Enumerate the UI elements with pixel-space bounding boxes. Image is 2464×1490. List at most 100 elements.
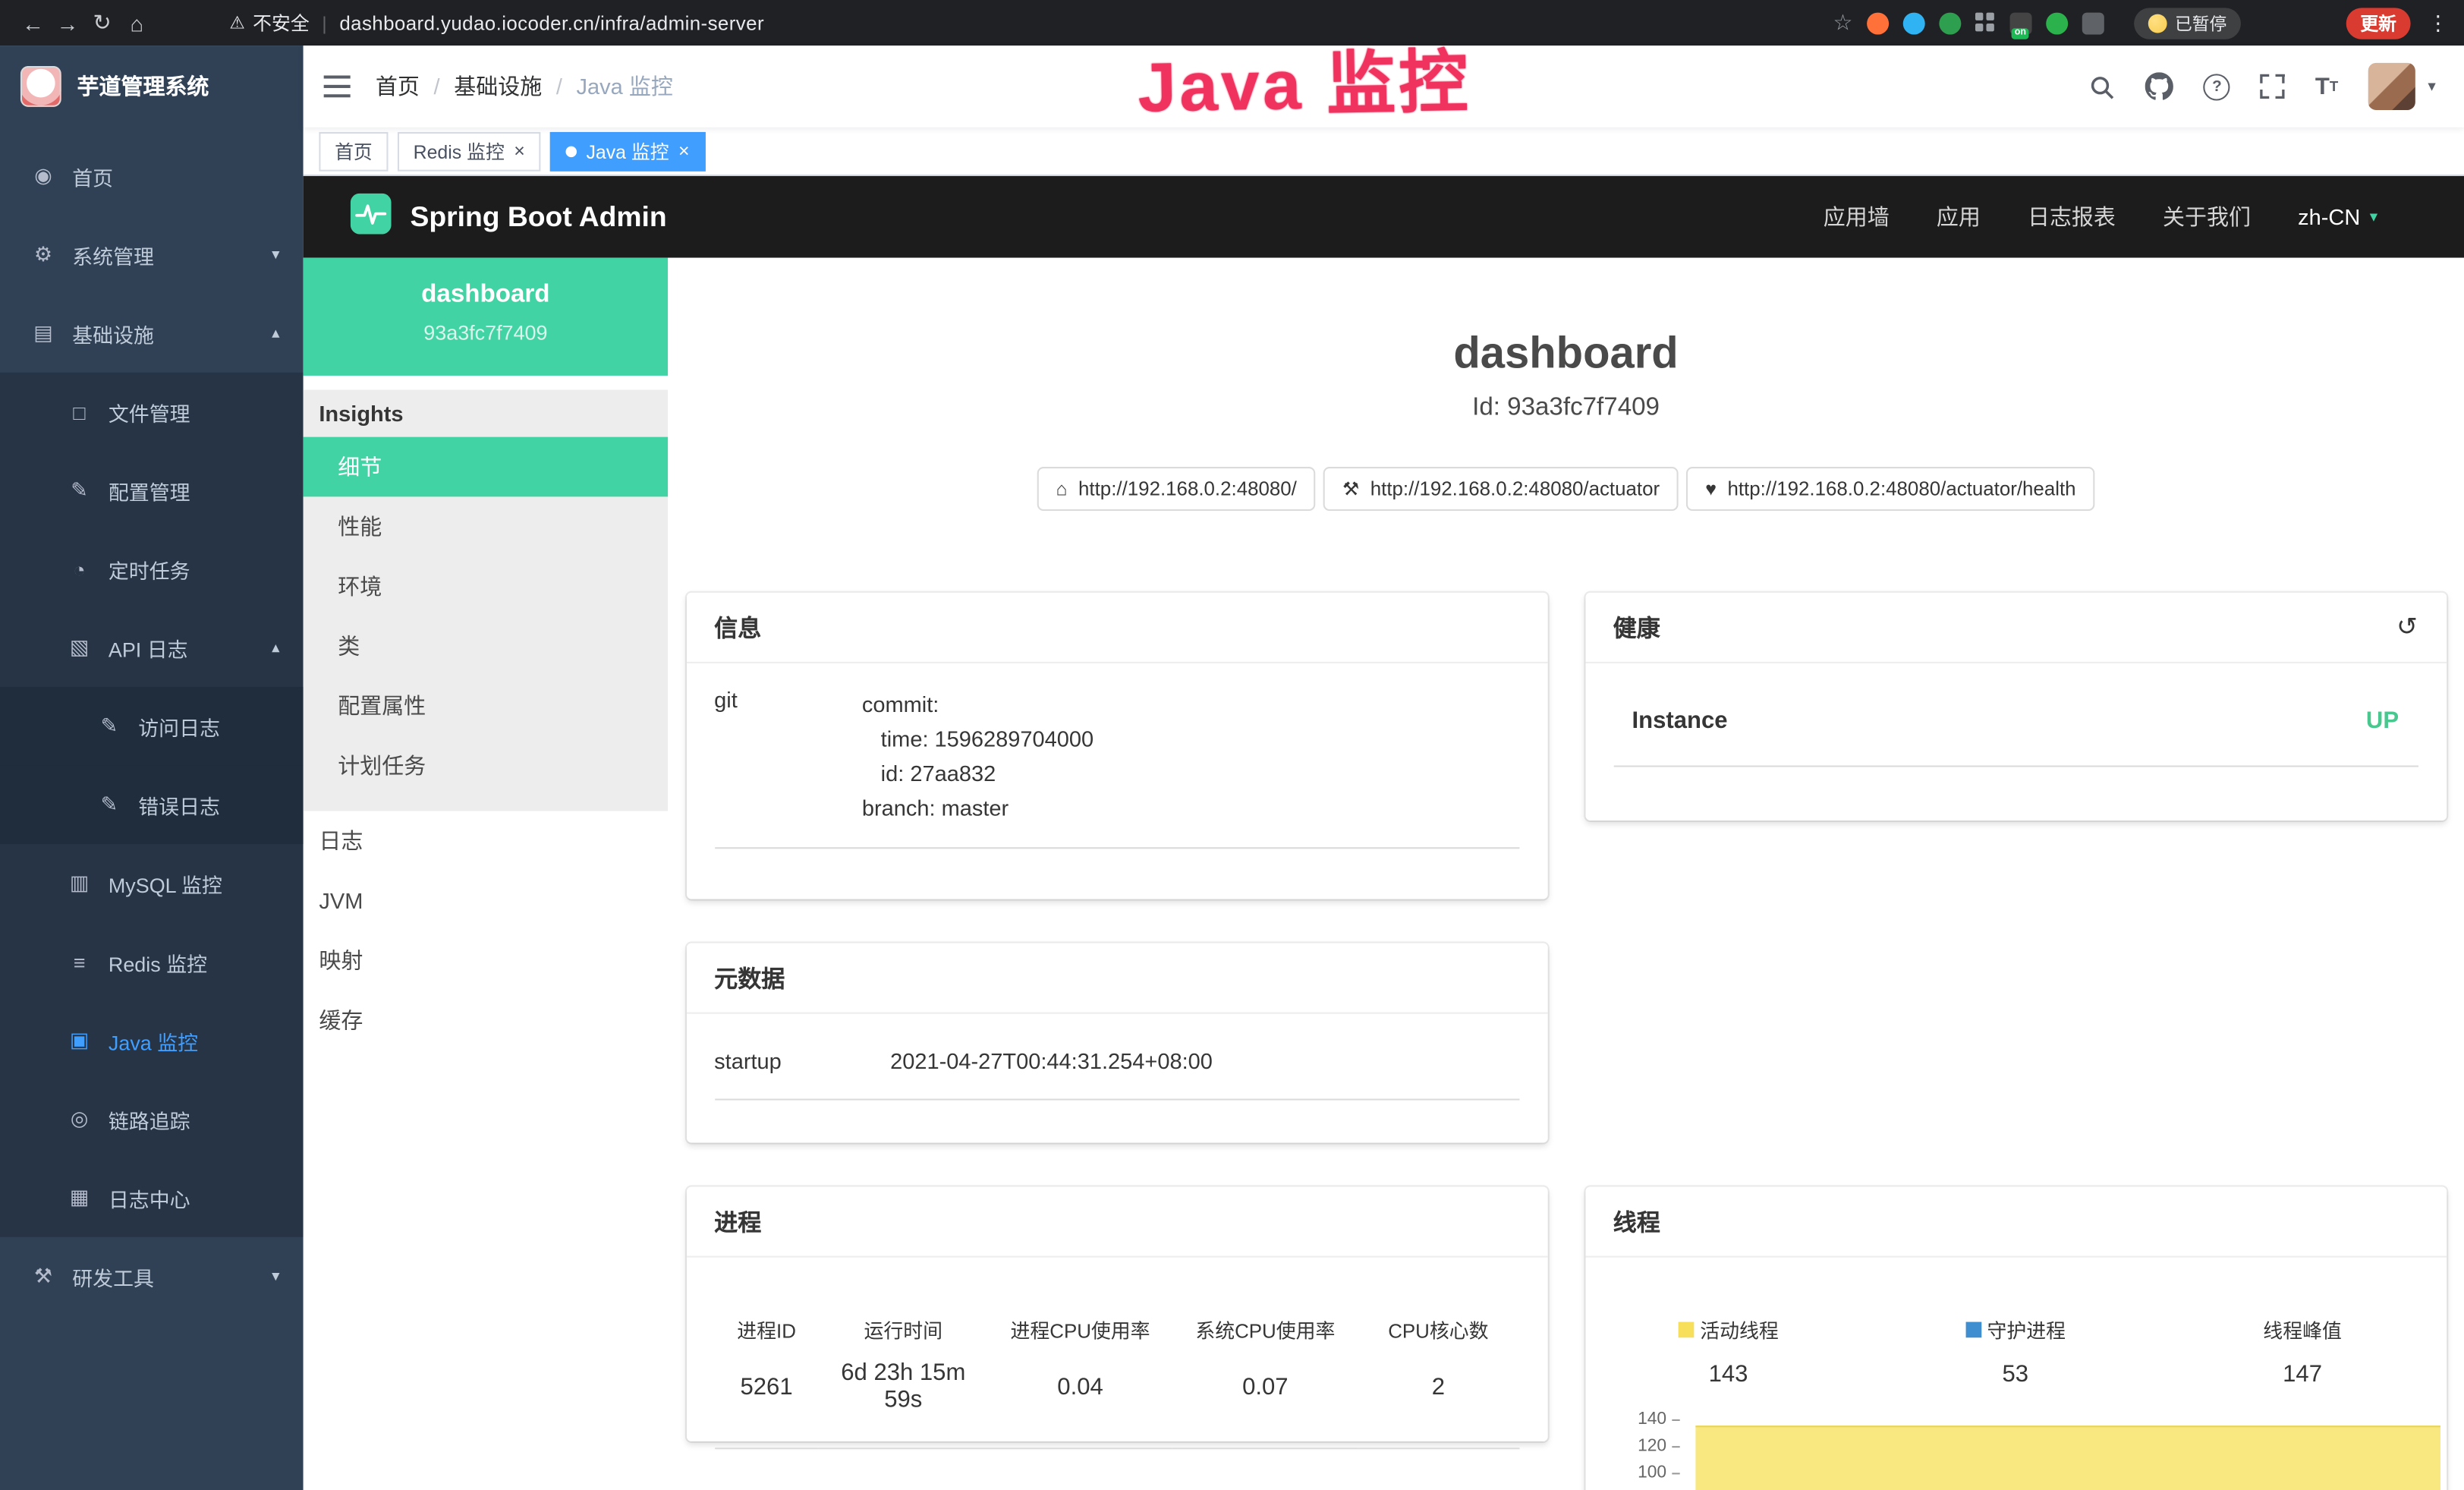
sidebar-item-infra[interactable]: ▤ 基础设施 ▴ bbox=[0, 294, 304, 373]
sba-item-performance[interactable]: 性能 bbox=[304, 496, 668, 556]
actuator-url-button[interactable]: ⚒ http://192.168.0.2:48080/actuator bbox=[1323, 467, 1679, 511]
instance-id: 93a3fc7f7409 bbox=[304, 320, 668, 344]
sba-nav-wallboard[interactable]: 应用墙 bbox=[1824, 201, 1890, 232]
browser-menu-icon[interactable]: ⋮ bbox=[2428, 10, 2448, 35]
breadcrumb: 首页 / 基础设施 / Java 监控 bbox=[376, 71, 673, 102]
bookmark-star-icon[interactable]: ☆ bbox=[1833, 9, 1852, 36]
sba-item-logs[interactable]: 日志 bbox=[304, 811, 668, 871]
sidebar-item-system[interactable]: ⚙ 系统管理 ▾ bbox=[0, 216, 304, 295]
user-avatar[interactable] bbox=[2368, 63, 2415, 110]
address-url[interactable]: dashboard.yudao.iocoder.cn/infra/admin-s… bbox=[339, 12, 764, 34]
sidebar-item-label: 链路追踪 bbox=[109, 1104, 190, 1134]
extension-icon-grid[interactable] bbox=[1975, 13, 1996, 33]
sba-brand-title[interactable]: Spring Boot Admin bbox=[410, 200, 666, 233]
instance-header[interactable]: dashboard 93a3fc7f7409 bbox=[304, 258, 668, 376]
breadcrumb-home[interactable]: 首页 bbox=[376, 71, 420, 102]
reload-icon[interactable]: ↻ bbox=[85, 9, 120, 36]
sidebar-item-label: 定时任务 bbox=[109, 554, 190, 584]
sidebar-item-scheduled-job[interactable]: ◔ 定时任务 bbox=[0, 530, 304, 609]
extension-icon-drop[interactable] bbox=[1903, 12, 1925, 34]
sba-item-classes[interactable]: 类 bbox=[304, 616, 668, 676]
font-size-icon[interactable]: TT bbox=[2315, 74, 2338, 98]
edit-icon: ✎ bbox=[68, 478, 91, 503]
system-cpu: 0.07 bbox=[1172, 1344, 1358, 1449]
sidebar-item-file-manage[interactable]: □ 文件管理 bbox=[0, 373, 304, 452]
extension-icon-orange[interactable] bbox=[1867, 12, 1889, 34]
status-badge: UP bbox=[2366, 707, 2399, 734]
health-url-button[interactable]: ♥ http://192.168.0.2:48080/actuator/heal… bbox=[1686, 467, 2094, 511]
sidebar-item-api-log[interactable]: ▧ API 日志 ▴ bbox=[0, 608, 304, 687]
peak-threads-col: 线程峰值 147 bbox=[2159, 1314, 2446, 1388]
security-warning-icon[interactable]: ⚠ bbox=[229, 13, 244, 33]
extension-icon-on-badge[interactable]: on bbox=[2010, 12, 2032, 34]
process-col-header: 运行时间 bbox=[819, 1314, 988, 1344]
tab-label: Redis 监控 bbox=[414, 137, 505, 164]
breadcrumb-infra[interactable]: 基础设施 bbox=[454, 71, 542, 102]
extension-icon-puzzle[interactable] bbox=[2082, 12, 2104, 34]
sba-nav-journal[interactable]: 日志报表 bbox=[2028, 201, 2116, 232]
tab-java-monitor[interactable]: Java 监控 × bbox=[550, 131, 705, 171]
profile-chip[interactable]: 已暂停 bbox=[2134, 7, 2241, 38]
sidebar-item-log-center[interactable]: ▦ 日志中心 bbox=[0, 1158, 304, 1237]
extension-icon-green-circle[interactable] bbox=[1939, 12, 1961, 34]
tools-icon: ⚒ bbox=[31, 1264, 55, 1289]
hamburger-icon[interactable] bbox=[324, 75, 351, 97]
extension-icon-leaf[interactable] bbox=[2046, 12, 2068, 34]
sidebar-item-home[interactable]: ◉ 首页 bbox=[0, 137, 304, 216]
git-branch-line: branch: master bbox=[862, 791, 1094, 826]
github-icon[interactable] bbox=[2145, 72, 2173, 100]
sidebar-item-label: 研发工具 bbox=[72, 1262, 154, 1291]
browser-home-icon[interactable]: ⌂ bbox=[119, 10, 154, 35]
sba-item-jvm[interactable]: JVM bbox=[304, 871, 668, 931]
sidebar-item-dev-tools[interactable]: ⚒ 研发工具 ▾ bbox=[0, 1237, 304, 1316]
sidebar-item-config-manage[interactable]: ✎ 配置管理 bbox=[0, 451, 304, 530]
process-card: 进程 进程ID 运行时间 进程 bbox=[686, 1186, 1547, 1441]
tab-home[interactable]: 首页 bbox=[319, 131, 388, 171]
health-card-title: 健康 bbox=[1613, 611, 1660, 644]
forward-icon[interactable]: → bbox=[50, 10, 85, 35]
tab-redis-monitor[interactable]: Redis 监控 × bbox=[398, 131, 541, 171]
sba-nav-applications[interactable]: 应用 bbox=[1937, 201, 1981, 232]
instance-health-row: Instance UP bbox=[1613, 707, 2418, 767]
process-pid: 5261 bbox=[714, 1344, 819, 1449]
process-table: 进程ID 运行时间 进程CPU使用率 系统CPU使用率 CPU核心数 bbox=[714, 1314, 1518, 1449]
sba-item-mappings[interactable]: 映射 bbox=[304, 931, 668, 991]
sba-item-config-props[interactable]: 配置属性 bbox=[304, 676, 668, 736]
startup-value: 2021-04-27T00:44:31.254+08:00 bbox=[890, 1048, 1213, 1073]
sba-nav-about[interactable]: 关于我们 bbox=[2163, 201, 2251, 232]
infra-submenu: □ 文件管理 ✎ 配置管理 ◔ 定时任务 ▧ API 日志 ▴ bbox=[0, 373, 304, 1237]
sidebar-item-redis-monitor[interactable]: ≡ Redis 监控 bbox=[0, 923, 304, 1002]
sba-item-scheduled-tasks[interactable]: 计划任务 bbox=[304, 736, 668, 795]
help-icon[interactable]: ? bbox=[2204, 73, 2230, 99]
sidebar-item-java-monitor[interactable]: ▣ Java 监控 bbox=[0, 1001, 304, 1080]
locale-select[interactable]: zh-CN ▾ bbox=[2298, 204, 2377, 229]
history-icon[interactable]: ↺ bbox=[2396, 612, 2418, 643]
sba-item-caches[interactable]: 缓存 bbox=[304, 991, 668, 1051]
fullscreen-icon[interactable] bbox=[2260, 74, 2285, 99]
back-icon[interactable]: ← bbox=[16, 10, 51, 35]
instance-url-button[interactable]: ⌂ http://192.168.0.2:48080/ bbox=[1037, 467, 1316, 511]
y-axis-tick: 140 bbox=[1603, 1410, 1679, 1429]
git-row: git commit: time: 1596289704000 id: 27aa… bbox=[714, 687, 1518, 849]
sidebar-item-error-log[interactable]: ✎ 错误日志 bbox=[0, 765, 304, 844]
sidebar-item-mysql-monitor[interactable]: ▥ MySQL 监控 bbox=[0, 844, 304, 923]
health-icon: ♥ bbox=[1705, 478, 1717, 500]
sba-item-environment[interactable]: 环境 bbox=[304, 556, 668, 616]
startup-label: startup bbox=[714, 1048, 890, 1073]
sidebar-item-trace[interactable]: ◎ 链路追踪 bbox=[0, 1080, 304, 1159]
chrome-update-button[interactable]: 更新 bbox=[2346, 7, 2411, 38]
file-icon: □ bbox=[68, 400, 91, 424]
sidebar-item-access-log[interactable]: ✎ 访问日志 bbox=[0, 687, 304, 766]
app-header: 首页 / 基础设施 / Java 监控 ? bbox=[304, 46, 2464, 128]
app-logo bbox=[20, 66, 61, 107]
close-icon[interactable]: × bbox=[678, 140, 690, 162]
app-logo-row[interactable]: 芋道管理系统 bbox=[0, 46, 304, 128]
sba-item-details[interactable]: 细节 bbox=[304, 437, 668, 497]
infra-icon: ▤ bbox=[31, 320, 55, 345]
close-icon[interactable]: × bbox=[514, 140, 525, 162]
sidebar-item-label: 基础设施 bbox=[72, 318, 154, 348]
cpu-cores: 2 bbox=[1358, 1344, 1518, 1449]
insights-group-label: Insights bbox=[304, 390, 668, 437]
instance-label: Instance bbox=[1632, 707, 1728, 734]
search-icon[interactable] bbox=[2089, 73, 2116, 99]
